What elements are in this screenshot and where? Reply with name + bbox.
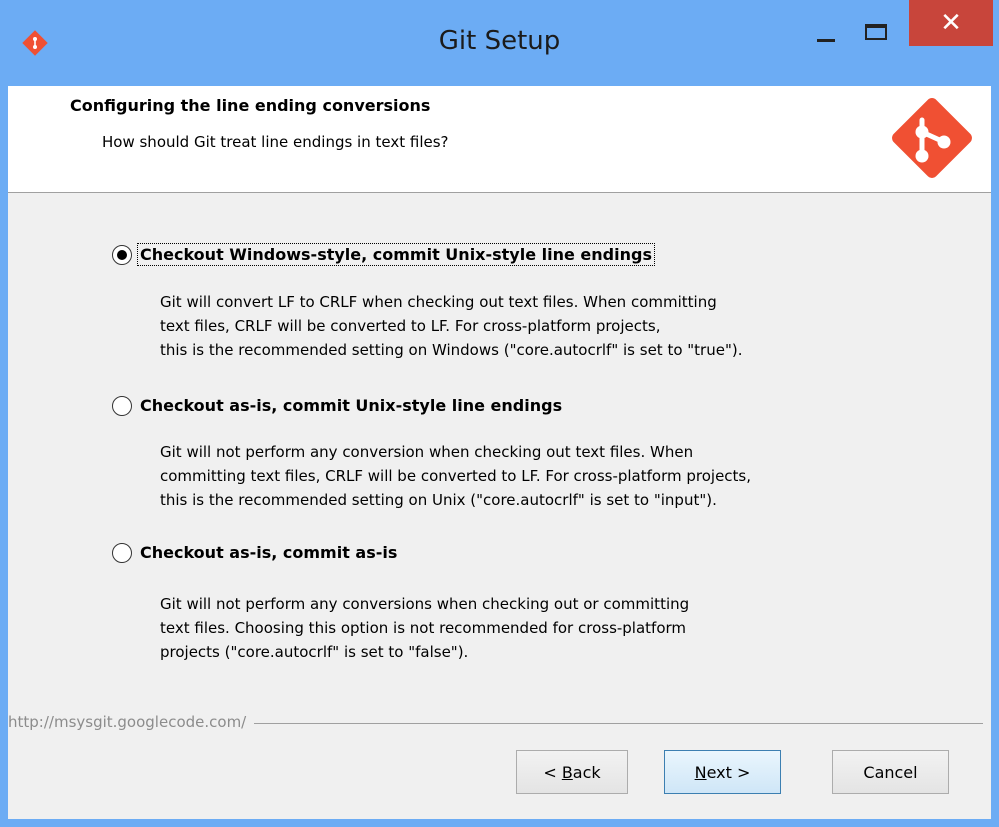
window-title: Git Setup <box>438 26 561 56</box>
option-description: Git will not perform any conversions whe… <box>160 592 940 664</box>
description-line: projects ("core.autocrlf" is set to "fal… <box>160 643 469 661</box>
option-description: Git will convert LF to CRLF when checkin… <box>160 290 940 362</box>
description-line: text files. Choosing this option is not … <box>160 619 687 637</box>
git-logo-icon <box>892 98 972 178</box>
description-line: Git will not perform any conversion when… <box>160 443 694 461</box>
option-description: Git will not perform any conversion when… <box>160 440 940 512</box>
description-line: Git will convert LF to CRLF when checkin… <box>160 293 717 311</box>
back-button[interactable]: < Back <box>516 750 628 794</box>
title-bar[interactable]: Git Setup ✕ <box>0 0 999 86</box>
back-prefix: < <box>543 762 562 782</box>
close-icon: ✕ <box>940 8 962 38</box>
next-mnemonic: N <box>694 762 707 782</box>
close-button[interactable]: ✕ <box>909 0 993 46</box>
back-label: ack <box>572 762 601 782</box>
radio-button[interactable] <box>112 542 132 563</box>
radio-button[interactable] <box>112 395 132 416</box>
cancel-button[interactable]: Cancel <box>832 750 949 794</box>
maximize-icon <box>865 24 887 40</box>
page-subtitle: How should Git treat line endings in tex… <box>102 133 449 151</box>
option-label[interactable]: Checkout as-is, commit Unix-style line e… <box>138 395 564 416</box>
installer-body: Configuring the line ending conversions … <box>8 86 991 819</box>
description-line: committing text files, CRLF will be conv… <box>160 467 752 485</box>
description-line: text files, CRLF will be converted to LF… <box>160 317 661 335</box>
page-header: Configuring the line ending conversions … <box>8 86 991 193</box>
back-mnemonic: B <box>561 762 573 782</box>
description-line: this is the recommended setting on Unix … <box>160 491 717 509</box>
minimize-icon <box>817 38 835 42</box>
option-label[interactable]: Checkout as-is, commit as-is <box>138 542 399 563</box>
radio-option-as-is-unix[interactable]: Checkout as-is, commit Unix-style line e… <box>112 395 564 416</box>
minimize-button[interactable] <box>803 11 849 53</box>
description-line: this is the recommended setting on Windo… <box>160 341 743 359</box>
radio-option-as-is-as-is[interactable]: Checkout as-is, commit as-is <box>112 542 399 563</box>
option-label[interactable]: Checkout Windows-style, commit Unix-styl… <box>137 243 655 266</box>
radio-button-selected[interactable] <box>112 244 132 265</box>
cancel-label: Cancel <box>863 762 918 782</box>
radio-dot <box>117 249 127 260</box>
next-label: ext > <box>706 762 751 782</box>
maximize-button[interactable] <box>853 11 899 53</box>
description-line: Git will not perform any conversions whe… <box>160 595 690 613</box>
footer-divider: http://msysgit.googlecode.com/ <box>8 713 983 733</box>
git-setup-window: Git Setup ✕ Configuring the line ending … <box>0 0 999 827</box>
website-link: http://msysgit.googlecode.com/ <box>8 713 255 731</box>
next-button[interactable]: Next > <box>664 750 781 794</box>
radio-option-windows-style[interactable]: Checkout Windows-style, commit Unix-styl… <box>112 243 655 266</box>
page-title: Configuring the line ending conversions <box>70 96 431 115</box>
